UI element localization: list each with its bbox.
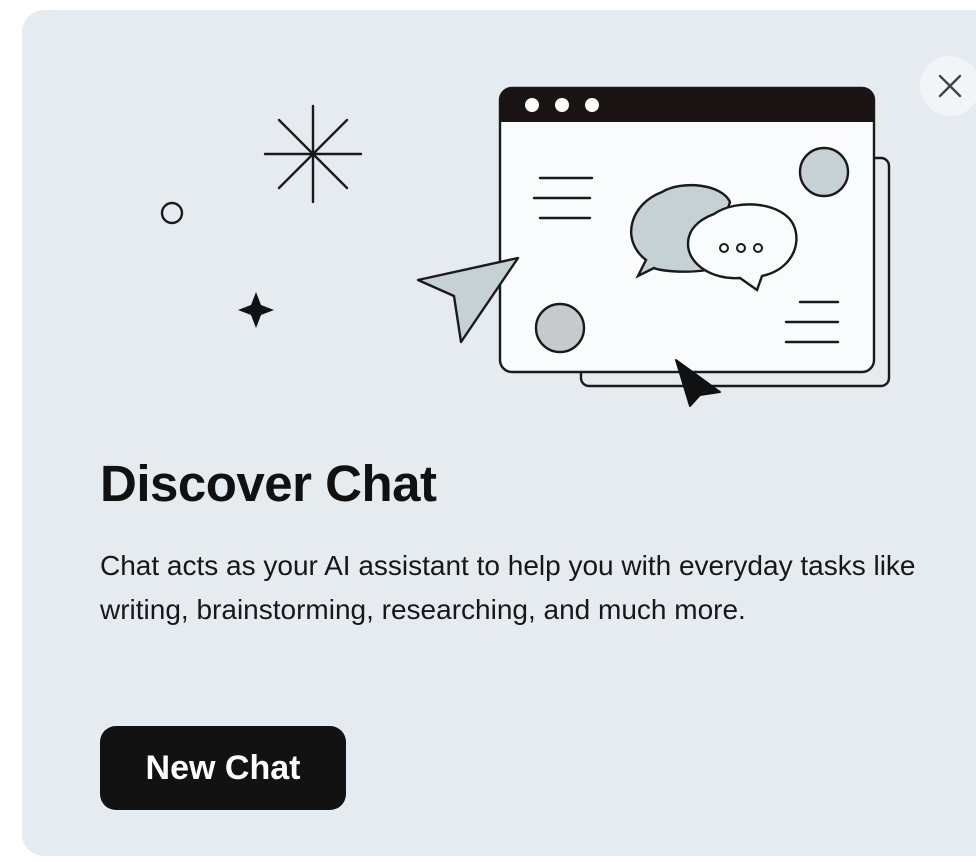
new-chat-button[interactable]: New Chat	[100, 726, 346, 810]
four-point-star-icon	[238, 292, 274, 328]
circle-icon	[798, 146, 850, 198]
asterisk-icon	[263, 104, 363, 204]
close-icon	[938, 74, 962, 98]
circle-icon	[534, 302, 586, 354]
small-circle-icon	[160, 201, 184, 225]
dialog-description: Chat acts as your AI assistant to help y…	[100, 550, 916, 625]
chat-illustration	[160, 86, 891, 407]
close-button[interactable]	[920, 56, 976, 116]
discover-chat-dialog: Discover Chat Chat acts as your AI assis…	[22, 10, 976, 856]
dialog-title: Discover Chat	[100, 455, 437, 512]
